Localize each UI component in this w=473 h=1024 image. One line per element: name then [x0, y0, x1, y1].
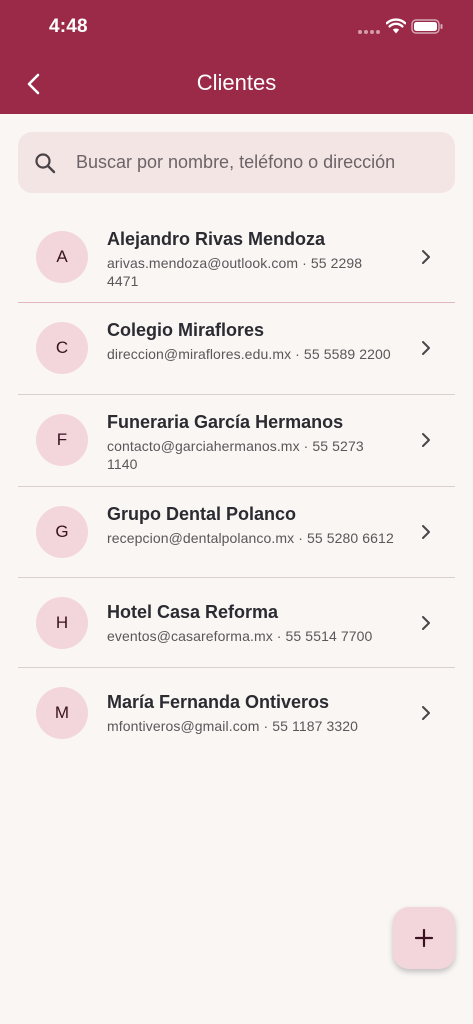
list-item[interactable]: G Grupo Dental Polanco recepcion@dentalp…	[18, 487, 455, 578]
client-detail: contacto@garciahermanos.mx · 55 5273 114…	[107, 438, 364, 472]
chevron-right-icon	[422, 433, 430, 447]
chevron-right-icon	[422, 525, 430, 539]
avatar: F	[36, 414, 88, 466]
client-name: Alejandro Rivas Mendoza	[107, 229, 326, 249]
page-title: Clientes	[196, 70, 277, 95]
chevron-right-icon	[422, 341, 430, 355]
avatar: A	[36, 231, 88, 283]
search-bar[interactable]	[18, 132, 455, 193]
status-time: 4:48	[49, 16, 88, 37]
cellular-signal-icon	[358, 30, 380, 34]
list-item[interactable]: M María Fernanda Ontiveros mfontiveros@g…	[18, 668, 455, 758]
chevron-right-icon	[422, 616, 430, 630]
chevron-right-icon	[422, 250, 430, 264]
list-item[interactable]: F Funeraria García Hermanos contacto@gar…	[18, 395, 455, 487]
list-item[interactable]: H Hotel Casa Reforma eventos@casareforma…	[18, 578, 455, 668]
list-item[interactable]: C Colegio Miraflores direccion@miraflore…	[18, 303, 455, 395]
client-name: Colegio Miraflores	[107, 320, 265, 340]
plus-icon	[414, 928, 434, 948]
battery-icon	[411, 19, 443, 34]
client-detail: recepcion@dentalpolanco.mx · 55 5280 661…	[107, 530, 394, 546]
client-name: Hotel Casa Reforma	[107, 602, 279, 622]
add-client-button[interactable]	[393, 907, 455, 969]
chevron-right-icon	[422, 706, 430, 720]
avatar: G	[36, 506, 88, 558]
search-icon	[35, 153, 56, 174]
client-name: Funeraria García Hermanos	[107, 412, 344, 432]
client-name: Grupo Dental Polanco	[107, 504, 297, 524]
status-bar: 4:48	[0, 0, 473, 54]
client-detail: direccion@miraflores.edu.mx · 55 5589 22…	[107, 346, 391, 362]
wifi-icon	[386, 18, 406, 34]
avatar: M	[36, 687, 88, 739]
client-name: María Fernanda Ontiveros	[107, 692, 330, 712]
search-input[interactable]	[76, 132, 446, 193]
client-list: A Alejandro Rivas Mendoza arivas.mendoza…	[18, 211, 455, 758]
client-detail: mfontiveros@gmail.com · 55 1187 3320	[107, 718, 359, 734]
avatar: C	[36, 322, 88, 374]
list-item[interactable]: A Alejandro Rivas Mendoza arivas.mendoza…	[18, 211, 455, 303]
app-bar: 4:48 Clientes	[0, 0, 473, 114]
client-detail: arivas.mendoza@outlook.com · 55 2298 447…	[107, 255, 363, 289]
client-detail: eventos@casareforma.mx · 55 5514 7700	[107, 628, 373, 644]
avatar: H	[36, 597, 88, 649]
